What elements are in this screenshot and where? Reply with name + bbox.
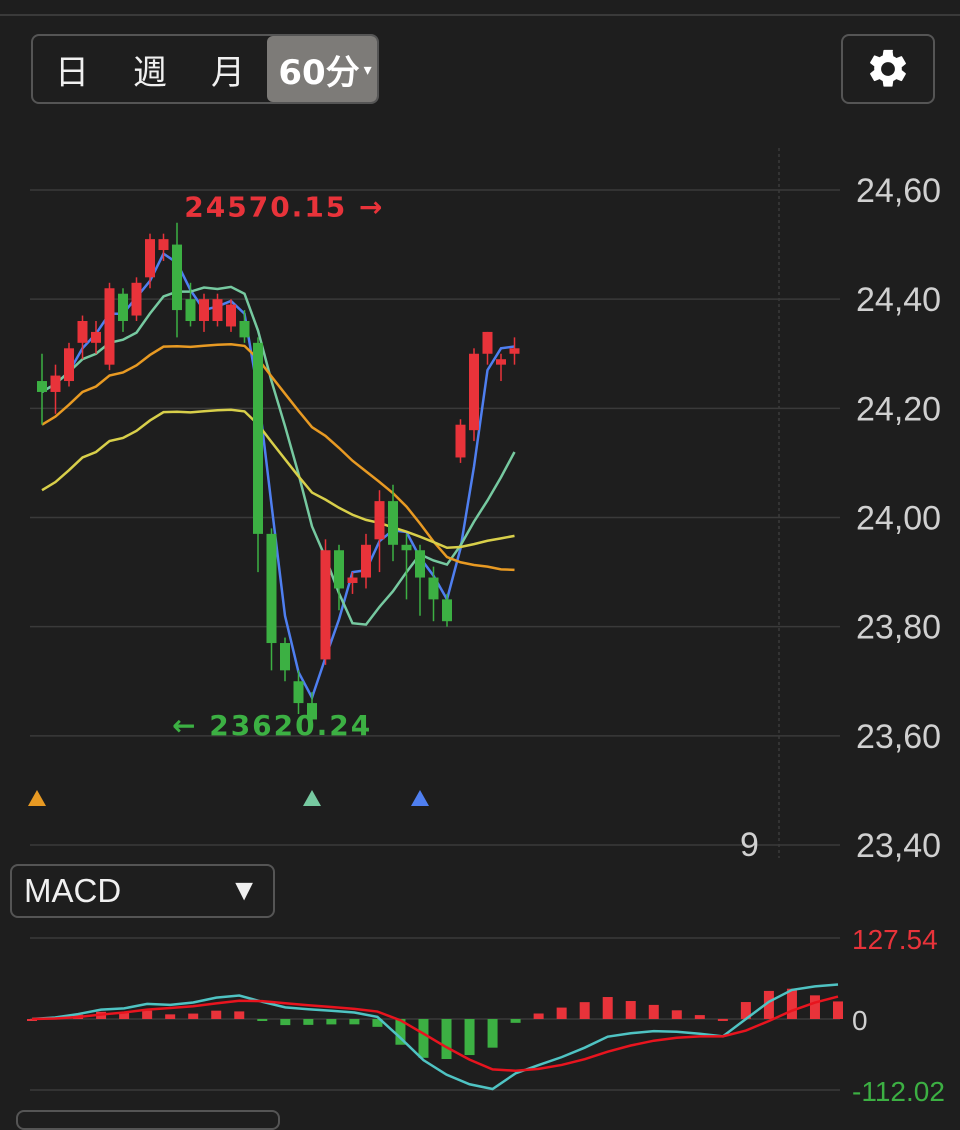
ma-long-line bbox=[41, 408, 515, 550]
ma-slow-line bbox=[41, 343, 515, 572]
y-tick-label: 24,20 bbox=[856, 390, 941, 428]
macd-histogram-bar bbox=[441, 1019, 452, 1059]
macd-histogram-bar bbox=[487, 1019, 498, 1048]
candle-body bbox=[469, 353, 479, 431]
candle-body bbox=[293, 681, 304, 704]
candle-body bbox=[239, 321, 250, 338]
candle-body bbox=[442, 599, 452, 622]
candle-body bbox=[347, 577, 358, 583]
candle-body bbox=[401, 544, 412, 551]
macd-y-tick: 127.54 bbox=[852, 924, 938, 955]
candle-body bbox=[158, 239, 169, 251]
candle-body bbox=[374, 501, 385, 540]
macd-histogram-bar bbox=[625, 1001, 636, 1019]
candle-body bbox=[266, 533, 277, 644]
candle-body bbox=[496, 359, 506, 365]
candle-body bbox=[212, 299, 223, 321]
price-y-axis: 24,60 24,40 24,20 24,00 23,80 23,60 23,40 9 bbox=[740, 172, 941, 865]
macd-histogram-bar bbox=[694, 1015, 705, 1019]
y-tick-label: 24,00 bbox=[856, 500, 941, 538]
candle-body bbox=[226, 304, 236, 327]
candle-body bbox=[388, 501, 398, 545]
macd-histogram-bar bbox=[165, 1014, 176, 1019]
macd-histogram-bar bbox=[211, 1010, 222, 1019]
candle-body bbox=[361, 544, 371, 578]
triangle-down-icon: ▼ bbox=[229, 874, 259, 907]
candle-body bbox=[172, 244, 182, 311]
macd-histogram-bar bbox=[303, 1019, 314, 1025]
macd-histogram-bar bbox=[280, 1019, 291, 1026]
secondary-indicator-tab[interactable] bbox=[16, 1110, 280, 1130]
candle-body bbox=[253, 342, 263, 534]
signal-marker bbox=[303, 790, 321, 806]
macd-histogram-bar bbox=[188, 1013, 199, 1019]
y-tick-label: 24,60 bbox=[856, 172, 941, 210]
y-tick-label: 24,40 bbox=[856, 281, 941, 319]
y-tick-label: 23,60 bbox=[856, 718, 941, 756]
macd-y-tick: -112.02 bbox=[852, 1076, 945, 1107]
candle-body bbox=[482, 331, 493, 354]
macd-histogram-bar bbox=[556, 1007, 567, 1019]
signal-marker bbox=[28, 790, 46, 806]
signal-markers bbox=[28, 790, 429, 806]
candle-body bbox=[145, 239, 155, 278]
chart-canvas: 24,60 24,40 24,20 24,00 23,80 23,60 23,40 9 245… bbox=[27, 148, 945, 1107]
macd-dea-line bbox=[31, 995, 839, 1072]
signal-marker bbox=[411, 790, 429, 806]
macd-histogram-bar bbox=[602, 997, 613, 1019]
candle-body bbox=[455, 424, 466, 458]
candle-body bbox=[334, 550, 344, 589]
macd-histogram-bar bbox=[717, 1018, 728, 1021]
indicator-select-label: MACD bbox=[24, 872, 122, 909]
candle-body bbox=[280, 643, 290, 671]
macd-histogram-bar bbox=[833, 1001, 843, 1019]
macd-histogram-bar bbox=[510, 1019, 521, 1023]
candle-body bbox=[199, 299, 209, 321]
candle-body bbox=[118, 293, 128, 321]
macd-histogram-bar bbox=[671, 1010, 682, 1019]
candle-body bbox=[428, 577, 439, 600]
x-tick-label: 9 bbox=[740, 826, 759, 864]
candle-body bbox=[509, 348, 520, 354]
macd-histogram-bar bbox=[809, 995, 820, 1019]
candle-body bbox=[64, 348, 74, 382]
macd-y-tick: 0 bbox=[852, 1005, 868, 1036]
macd-histogram-bar bbox=[142, 1010, 153, 1019]
y-tick-label: 23,40 bbox=[856, 827, 941, 865]
candle-body bbox=[415, 550, 425, 578]
high-price-label: 24570.15 → bbox=[184, 190, 384, 223]
macd-histogram-bar bbox=[786, 988, 797, 1019]
macd-histogram-bar bbox=[326, 1019, 337, 1025]
indicator-select[interactable]: MACD ▼ bbox=[10, 864, 275, 918]
macd-histogram-bar bbox=[579, 1002, 590, 1019]
price-annotations: 24570.15 → ← 23620.24 bbox=[172, 190, 384, 742]
candle-body bbox=[320, 550, 331, 660]
macd-histogram-bar bbox=[648, 1004, 659, 1019]
macd-histogram-bar bbox=[257, 1019, 268, 1021]
macd-histogram-bar bbox=[418, 1019, 429, 1058]
macd-chart: 127.54 0 -112.02 bbox=[27, 924, 945, 1107]
macd-histogram-bar bbox=[464, 1019, 475, 1056]
candlesticks bbox=[37, 222, 520, 725]
candle-body bbox=[50, 375, 61, 392]
macd-histogram-bar bbox=[533, 1013, 544, 1019]
candle-body bbox=[77, 321, 88, 343]
candle-body bbox=[131, 282, 142, 316]
candle-body bbox=[37, 381, 47, 392]
candle-body bbox=[185, 299, 196, 321]
macd-histogram-bar bbox=[234, 1011, 245, 1019]
candle-body bbox=[91, 331, 101, 343]
y-tick-label: 23,80 bbox=[856, 609, 941, 647]
candle-body bbox=[104, 288, 115, 365]
low-price-label: ← 23620.24 bbox=[172, 709, 372, 742]
macd-histogram-bar bbox=[349, 1019, 360, 1025]
